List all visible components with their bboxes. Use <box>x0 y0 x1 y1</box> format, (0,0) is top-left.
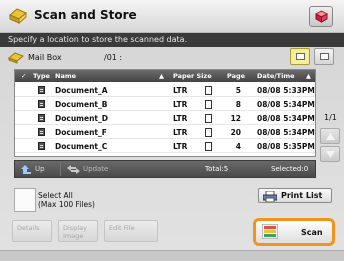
scan-button[interactable]: Scan <box>253 218 335 246</box>
table-header: ✓ Type Name ▲ Paper Size Page Date/Time … <box>15 70 315 82</box>
details-button[interactable]: Details <box>12 220 52 242</box>
location-row: Mail Box /01 : <box>8 48 338 65</box>
update-button[interactable]: Update <box>63 162 115 176</box>
paper-size: LTR <box>173 142 188 151</box>
page-icon <box>205 142 212 151</box>
total-count: Total:5 <box>205 165 229 173</box>
file-datetime: 08/08 5:33PM <box>257 86 315 95</box>
scan-icon <box>262 224 278 239</box>
settings-box-button[interactable] <box>309 6 333 27</box>
document-type-icon <box>38 142 45 150</box>
mailbox-icon <box>8 52 24 64</box>
page-indicator: 1/1 <box>324 113 337 122</box>
display-image-line1: Display <box>63 224 87 232</box>
edit-file-label: Edit File <box>109 224 135 232</box>
display-image-line2: Image <box>63 232 84 240</box>
datetime-column-header[interactable]: Date/Time <box>257 72 295 80</box>
refresh-icon <box>67 165 80 174</box>
page-icon <box>205 86 212 95</box>
scroll-down-button[interactable] <box>320 146 340 162</box>
page-column-header[interactable]: Page <box>227 72 245 80</box>
header-bar: Scan and Store <box>0 0 344 33</box>
file-datetime: 08/08 5:34PM <box>257 100 315 109</box>
edit-file-button[interactable]: Edit File <box>104 220 158 242</box>
arrow-up-icon <box>326 133 335 140</box>
file-datetime: 08/08 5:35PM <box>257 142 315 151</box>
update-button-label: Update <box>83 165 109 173</box>
print-list-icon <box>263 191 277 202</box>
file-name: Document_D <box>55 114 108 123</box>
thumbnail-view-button[interactable] <box>314 48 334 65</box>
name-sort-icon: ▲ <box>159 72 164 80</box>
file-datetime: 08/08 5:34PM <box>257 114 315 123</box>
paper-size: LTR <box>173 100 188 109</box>
page-icon <box>205 100 212 109</box>
scan-store-app-icon <box>9 8 27 25</box>
page-count: 8 <box>235 100 241 109</box>
action-bar: Up Update Total:5 Selected:0 <box>14 160 316 178</box>
scroll-up-button[interactable] <box>320 128 340 144</box>
up-button[interactable]: Up <box>17 162 61 176</box>
print-list-button[interactable]: Print List <box>258 188 332 203</box>
select-all-label: Select All (Max 100 Files) <box>38 191 95 209</box>
display-image-button[interactable]: Display Image <box>58 220 98 242</box>
page-icon <box>205 128 212 137</box>
scan-button-label: Scan <box>301 228 323 237</box>
list-view-icon <box>296 53 305 60</box>
select-all-line1: Select All <box>38 191 73 200</box>
select-all-line2: (Max 100 Files) <box>38 200 95 209</box>
scan-and-store-screen: Scan and Store Specify a location to sto… <box>0 0 344 261</box>
status-strip <box>0 250 344 261</box>
check-column-header[interactable]: ✓ <box>21 72 26 80</box>
settings-box-icon <box>315 10 328 23</box>
type-column-header[interactable]: Type <box>33 72 50 80</box>
table-row[interactable]: Document_D LTR 12 08/08 5:34PM <box>15 111 315 125</box>
page-title: Scan and Store <box>34 8 137 22</box>
page-count: 4 <box>235 142 241 151</box>
arrow-down-icon <box>326 151 335 158</box>
up-button-label: Up <box>35 165 45 173</box>
selected-count: Selected:0 <box>271 165 309 173</box>
thumbnail-view-icon <box>320 53 329 60</box>
page-count: 5 <box>235 86 241 95</box>
up-arrow-icon <box>21 165 31 174</box>
print-list-label: Print List <box>281 191 323 200</box>
paper-size: LTR <box>173 128 188 137</box>
details-label: Details <box>17 224 40 232</box>
display-image-label: Display Image <box>63 224 87 240</box>
table-row[interactable]: Document_B LTR 8 08/08 5:34PM <box>15 97 315 111</box>
paper-size: LTR <box>173 86 188 95</box>
select-all-checkbox[interactable] <box>14 188 36 212</box>
paper-size-column-header[interactable]: Paper Size <box>173 72 212 80</box>
document-type-icon <box>38 114 45 122</box>
select-all-button[interactable]: Select All (Max 100 Files) <box>14 188 134 212</box>
document-type-icon <box>38 128 45 136</box>
file-name: Document_A <box>55 86 108 95</box>
list-view-button[interactable] <box>290 48 310 65</box>
file-datetime: 08/08 5:34PM <box>257 128 315 137</box>
table-row[interactable]: Document_F LTR 20 08/08 5:34PM <box>15 125 315 139</box>
file-table: ✓ Type Name ▲ Paper Size Page Date/Time … <box>14 69 316 157</box>
table-row[interactable]: Document_A LTR 5 08/08 5:33PM <box>15 83 315 97</box>
file-name: Document_F <box>55 128 107 137</box>
document-type-icon <box>38 86 45 94</box>
page-count: 20 <box>230 128 241 137</box>
page-count: 12 <box>230 114 241 123</box>
instruction-text: Specify a location to store the scanned … <box>0 33 344 47</box>
datetime-sort-icon: ▲ <box>306 72 311 80</box>
document-type-icon <box>38 100 45 108</box>
file-name: Document_B <box>55 100 108 109</box>
mailbox-label: Mail Box <box>28 53 62 62</box>
file-name: Document_C <box>55 142 108 151</box>
page-icon <box>205 114 212 123</box>
table-row[interactable]: Document_C LTR 4 08/08 5:35PM <box>15 139 315 153</box>
paper-size: LTR <box>173 114 188 123</box>
mailbox-path: /01 : <box>104 53 123 62</box>
name-column-header[interactable]: Name <box>55 72 76 80</box>
